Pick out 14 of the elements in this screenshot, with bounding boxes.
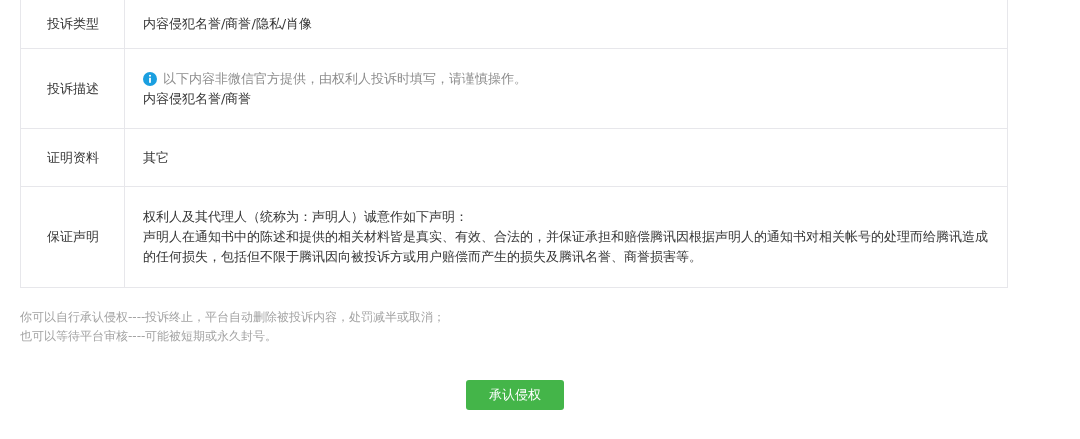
field-value: 内容侵犯名誉/商誉 bbox=[143, 89, 253, 108]
admit-button[interactable]: 承认侵权 bbox=[466, 380, 564, 410]
note-text: 你可以自行承认侵权----投诉终止，平台自动删除被投诉内容，处罚减半或取消； bbox=[20, 309, 446, 326]
info-icon bbox=[143, 71, 157, 86]
field-label: 证明资料 bbox=[46, 148, 99, 167]
field-value: 其它 bbox=[143, 148, 170, 167]
field-label: 投诉描述 bbox=[46, 79, 99, 98]
field-label: 保证声明 bbox=[46, 228, 99, 246]
notice-text: 以下内容非微信官方提供，由权利人投诉时填写，请谨慎操作。 bbox=[163, 69, 527, 88]
field-value: 内容侵犯名誉/商誉/隐私/肖像 bbox=[143, 15, 314, 33]
statement-heading: 权利人及其代理人（统称为：声明人）诚意作如下声明： bbox=[143, 208, 469, 226]
statement-text: 声明人在通知书中的陈述和提供的相关材料皆是真实、有效、合法的，并保证承担和赔偿腾讯因根据声明人的通知书对相关帐号的处理而给腾讯造成的任何损失，包括但不限于腾讯因向被投诉方或用户赔偿而产生的损失及腾讯名誉、商誉损害等。 bbox=[143, 228, 989, 266]
field-label: 投诉类型 bbox=[46, 15, 99, 33]
note-text: 也可以等待平台审核----可能被短期或永久封号。 bbox=[20, 328, 278, 345]
